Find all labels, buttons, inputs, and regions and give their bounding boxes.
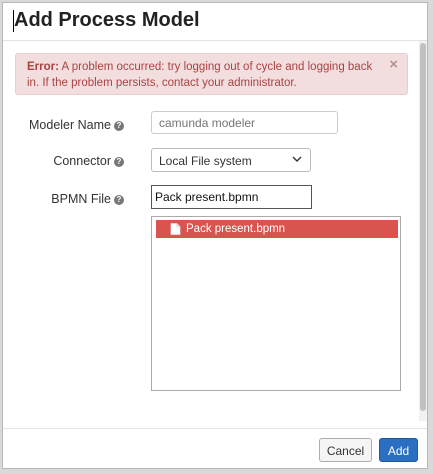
bpmn-file-label-row: BPMN File? [3, 192, 124, 206]
connector-label-row: Connector? [3, 154, 124, 168]
bpmn-file-label: BPMN File [51, 192, 111, 206]
scrollbar-thumb[interactable] [420, 43, 426, 411]
help-icon[interactable]: ? [114, 195, 124, 205]
modeler-name-label: Modeler Name [29, 118, 111, 132]
document-icon [170, 223, 181, 235]
connector-select[interactable]: Local File system [151, 148, 311, 172]
add-button[interactable]: Add [379, 438, 418, 462]
chevron-down-icon [292, 156, 302, 162]
bpmn-file-input[interactable]: Pack present.bpmn [151, 185, 312, 209]
modeler-name-label-row: Modeler Name? [3, 118, 124, 132]
error-alert: Error: A problem occurred: try logging o… [15, 53, 408, 95]
footer-divider [3, 428, 427, 429]
help-icon[interactable]: ? [114, 157, 124, 167]
add-process-model-dialog: Add Process Model Error: A problem occur… [2, 2, 428, 469]
modeler-name-input[interactable] [151, 111, 338, 134]
error-prefix: Error: [27, 61, 59, 73]
help-icon[interactable]: ? [114, 121, 124, 131]
list-item[interactable]: Pack present.bpmn [156, 220, 398, 238]
bpmn-file-value: Pack present.bpmn [155, 190, 259, 204]
connector-selected-value: Local File system [159, 154, 252, 168]
error-message: A problem occurred: try logging out of c… [27, 61, 373, 89]
cancel-button[interactable]: Cancel [319, 438, 372, 462]
list-item-label: Pack present.bpmn [186, 223, 286, 235]
dialog-title: Add Process Model [14, 9, 200, 31]
connector-label: Connector [53, 154, 111, 168]
close-icon[interactable]: × [389, 57, 398, 73]
header-divider [3, 40, 427, 41]
bpmn-file-list[interactable]: Pack present.bpmn [151, 216, 401, 391]
